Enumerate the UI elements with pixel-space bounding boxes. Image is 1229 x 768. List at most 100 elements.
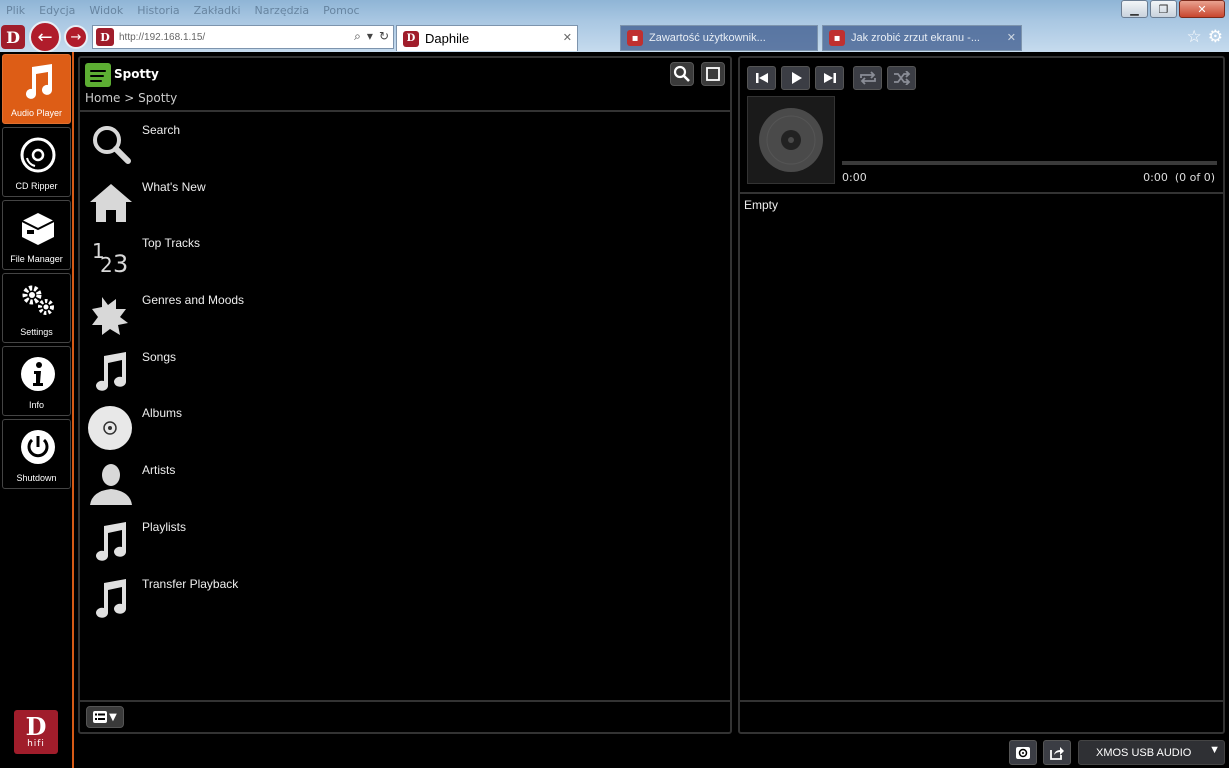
nav-label: Shutdown [16,473,57,483]
audio-settings-icon [1016,746,1030,759]
browser-menubar: Plik Edycja Widok Historia Zakładki Narz… [0,0,1120,22]
tab-close-icon[interactable]: ✕ [1007,31,1016,44]
next-button[interactable] [815,66,844,90]
breadcrumb[interactable]: Home > Spotty [85,91,177,105]
audio-settings-button[interactable] [1009,740,1037,765]
player-panel: 0:00 0:00 (0 of 0) Empty [738,56,1225,734]
browse-search-button[interactable] [670,62,694,86]
nav-shutdown[interactable]: Shutdown [2,419,71,489]
output-device-select[interactable]: XMOS USB AUDIO ▼ [1078,740,1225,765]
list-item-label: Search [142,123,181,137]
tab-daphile[interactable]: D Daphile ✕ [396,25,578,51]
list-item[interactable]: Search [80,114,730,171]
browse-list: Search What's New 1 2 3 Top Tracks Genre… [80,114,730,624]
tab-favicon-icon: ▪ [627,30,643,46]
list-item[interactable]: 1 2 3 Top Tracks [80,227,730,284]
arrow-left-icon: ← [37,26,53,48]
menu-item[interactable]: Narzędzia [255,4,310,18]
nav-audio-player[interactable]: Audio Player [2,54,71,124]
nav-cd-ripper[interactable]: CD Ripper [2,127,71,197]
nav-label: Info [28,400,44,410]
list-item-label: What's New [142,179,206,194]
nav-info[interactable]: Info [2,346,71,416]
playlist-status: Empty [744,198,779,212]
nav-file-manager[interactable]: File Manager [2,200,71,270]
chevron-down-icon: ▼ [1209,744,1220,756]
tab-close-icon[interactable]: ✕ [563,31,572,44]
bottom-bar: XMOS USB AUDIO ▼ [0,736,1229,768]
dropdown-icon[interactable]: ▾ [367,29,373,44]
browse-footer: ▼ [80,700,730,732]
browser-navbar: D ← → D http://192.168.1.15/ ⌕ ▾ ↻ D Dap… [0,21,1229,53]
list-item[interactable]: Albums [80,397,730,454]
list-item[interactable]: Transfer Playback [80,568,730,625]
menu-item[interactable]: Plik [6,4,25,18]
search-icon [93,126,131,164]
tab-inactive[interactable]: ▪ Jak zrobić zrzut ekranu -... ✕ [822,25,1022,51]
minimize-button[interactable]: ▁ [1121,0,1148,18]
search-icon[interactable]: ⌕ [354,29,361,44]
list-item-label: Genres and Moods [142,293,245,308]
skip-forward-icon [823,73,836,83]
star-icon[interactable]: ☆ [1187,27,1202,47]
refresh-icon[interactable]: ↻ [379,29,389,44]
play-button[interactable] [781,66,810,90]
gears-icon [22,285,54,315]
menu-item[interactable]: Widok [89,4,123,18]
nav-label: CD Ripper [15,181,58,191]
menu-item[interactable]: Zakładki [194,4,241,18]
tab-label: Zawartość użytkownik... [649,32,766,44]
info-icon [21,357,55,391]
list-item-label: Playlists [142,519,187,534]
list-item-label: Transfer Playback [142,576,239,591]
shuffle-icon [893,71,910,85]
numbers-icon: 1 2 3 [92,239,128,278]
power-icon [21,430,55,464]
main-nav: Audio Player CD Ripper File Manager Sett… [0,52,74,768]
menu-item[interactable]: Edycja [39,4,75,18]
progress-bar[interactable] [842,161,1217,165]
list-item[interactable]: Playlists [80,511,730,568]
back-button[interactable]: ← [29,21,61,53]
menu-item[interactable]: Historia [137,4,179,18]
address-url[interactable]: http://192.168.1.15/ [119,32,205,43]
disc-icon [20,137,56,173]
tab-favicon-icon: ▪ [829,30,845,46]
menu-item[interactable]: Pomoc [323,4,359,18]
chevron-down-icon: ▼ [109,711,117,723]
box-icon [21,213,55,245]
tab-label: Jak zrobić zrzut ekranu -... [851,32,980,44]
browse-panel: Spotty Home > Spotty Search What's New 1… [78,56,732,734]
view-options-button[interactable]: ▼ [86,706,124,728]
share-button[interactable] [1043,740,1071,765]
music-note-icon [96,578,126,618]
tab-favicon-icon: D [403,30,419,47]
person-icon [90,464,132,506]
vinyl-record-icon [759,108,823,172]
maximize-button[interactable]: ❐ [1150,0,1177,18]
forward-button[interactable]: → [64,25,88,49]
list-item-label: Songs [142,349,177,364]
list-item[interactable]: Artists [80,454,730,511]
browse-header: Spotty Home > Spotty [80,58,730,112]
address-bar[interactable]: D http://192.168.1.15/ ⌕ ▾ ↻ [92,25,394,49]
list-item[interactable]: Songs [80,341,730,398]
list-icon [93,711,108,723]
previous-button[interactable] [747,66,776,90]
transport-controls [747,66,916,90]
shuffle-button[interactable] [887,66,916,90]
list-item[interactable]: What's New [80,171,730,228]
nav-settings[interactable]: Settings [2,273,71,343]
arrow-right-icon: → [70,29,82,45]
home-icon [90,183,132,222]
fullscreen-button[interactable] [701,62,725,86]
repeat-icon [859,71,876,85]
site-favicon-icon: D [96,28,114,46]
skip-back-icon [755,73,768,83]
close-window-button[interactable]: ✕ [1179,0,1225,18]
repeat-button[interactable] [853,66,882,90]
daphile-app: Audio Player CD Ripper File Manager Sett… [0,52,1229,768]
list-item[interactable]: Genres and Moods [80,284,730,341]
tab-inactive[interactable]: ▪ Zawartość użytkownik... [620,25,818,51]
gear-icon[interactable]: ⚙ [1208,27,1223,47]
